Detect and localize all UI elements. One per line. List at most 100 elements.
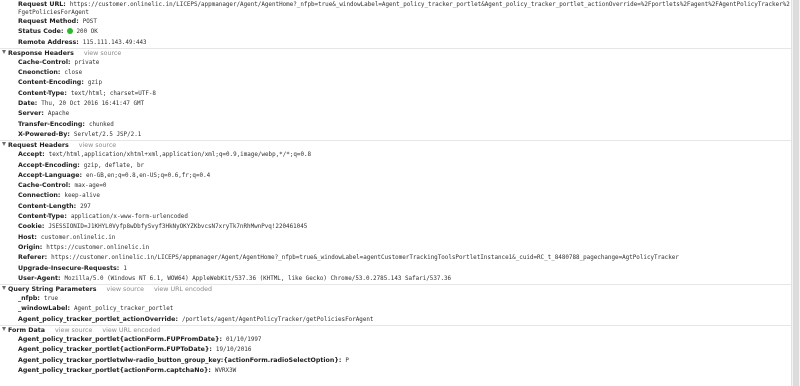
header-value[interactable]: WVRX3W <box>215 368 236 374</box>
header-name: Content-Type: <box>18 89 67 97</box>
request-headers-list: Accept: text/html,application/xhtml+xml,a… <box>0 150 792 284</box>
form-data-list: Agent_policy_tracker_portlet{actionForm.… <box>0 335 792 376</box>
header-value[interactable]: max-age=0 <box>75 183 107 189</box>
request-method-key: Request Method: <box>18 18 79 25</box>
status-code-key: Status Code: <box>18 28 64 36</box>
header-value[interactable]: chunked <box>89 122 114 128</box>
header-name: Date: <box>18 100 38 108</box>
header-value[interactable]: 19/10/2016 <box>216 347 251 353</box>
header-value[interactable]: Servlet/2.5 JSP/2.1 <box>74 132 141 138</box>
header-row: Date: Thu, 20 Oct 2016 16:41:47 GMT <box>0 99 792 109</box>
header-name: Accept-Encoding: <box>18 161 80 169</box>
header-name: Cneonction: <box>18 69 61 77</box>
header-row: Agent_policy_tracker_portlet_actionOverr… <box>0 315 792 325</box>
header-row: Content-Length: 297 <box>0 202 792 212</box>
header-value[interactable]: keep-alive <box>64 193 99 199</box>
header-value[interactable]: JSESSIONID=J1KHYL0Vyfp8wDbfySvyf3HkNyOKY… <box>48 224 307 230</box>
header-value[interactable]: Thu, 20 Oct 2016 16:41:47 GMT <box>41 101 144 107</box>
header-value[interactable]: P <box>345 358 349 364</box>
header-value[interactable]: customer.onlinelic.in <box>41 235 115 241</box>
header-row: Agent_policy_tracker_portletwlw-radio_bu… <box>0 356 792 366</box>
response-headers-title: Response Headers <box>8 49 74 57</box>
header-name: Agent_policy_tracker_portlet{actionForm.… <box>18 336 223 344</box>
header-row: Transfer-Encoding: chunked <box>0 120 792 130</box>
header-value[interactable]: 297 <box>80 204 91 210</box>
header-name: Transfer-Encoding: <box>18 120 85 128</box>
header-name: Connection: <box>18 192 61 200</box>
header-name: Referer: <box>18 254 48 262</box>
header-value[interactable]: 01/10/1997 <box>226 337 261 343</box>
header-name: Upgrade-Insecure-Requests: <box>18 264 120 272</box>
scrollbar-thumb[interactable] <box>793 0 799 386</box>
header-name: Origin: <box>18 243 43 251</box>
header-value[interactable]: application/x-www-form-urlencoded <box>71 214 188 220</box>
header-value[interactable]: private <box>75 60 100 66</box>
header-name: Cookie: <box>18 223 45 231</box>
header-value[interactable]: text/html,application/xhtml+xml,applicat… <box>49 152 311 158</box>
header-name: Agent_policy_tracker_portlet_actionOverr… <box>18 315 178 323</box>
header-row: Content-Type: text/html; charset=UTF-8 <box>0 89 792 99</box>
header-value[interactable]: https://customer.onlinelic.in/LICEPS/app… <box>51 255 679 261</box>
form-data-view-source-link[interactable]: view source <box>55 327 92 334</box>
header-name: Server: <box>18 110 44 118</box>
status-code-row: Status Code: 200 OK <box>0 27 792 37</box>
header-row: _nfpb: true <box>0 294 792 304</box>
header-row: Agent_policy_tracker_portlet{actionForm.… <box>0 335 792 345</box>
request-headers-view-source-link[interactable]: view source <box>79 142 116 149</box>
header-value[interactable]: true <box>44 296 58 302</box>
header-row: Referer: https://customer.onlinelic.in/LI… <box>0 253 792 263</box>
request-headers-section: Request Headers view source Accept: text/h… <box>0 141 792 286</box>
header-row: Origin: https://customer.onlinelic.in <box>0 243 792 253</box>
header-value[interactable]: text/html; charset=UTF-8 <box>71 91 156 97</box>
query-string-list: _nfpb: true _windowLabel: Agent_policy_trac… <box>0 294 792 325</box>
header-name: Cache-Control: <box>18 182 71 190</box>
header-name: _windowLabel: <box>18 305 70 313</box>
remote-address-value[interactable]: 115.111.143.49:443 <box>83 40 147 46</box>
response-headers-toggle[interactable]: Response Headers view source <box>0 49 792 58</box>
header-name: _nfpb: <box>18 295 40 303</box>
header-value[interactable]: Apache <box>48 111 69 117</box>
header-value[interactable]: https://customer.onlinelic.in <box>46 245 149 251</box>
request-method-value[interactable]: POST <box>83 19 97 25</box>
header-name: Content-Length: <box>18 202 77 210</box>
response-headers-list: Cache-Control: private Cneonction: close Con… <box>0 58 792 140</box>
header-row: Accept-Language: en-GB,en;q=0.8,en-US;q=0… <box>0 171 792 181</box>
header-row: Accept: text/html,application/xhtml+xml,a… <box>0 150 792 160</box>
header-name: X-Powered-By: <box>18 130 70 138</box>
header-name: User-Agent: <box>18 274 61 282</box>
header-value[interactable]: close <box>64 70 82 76</box>
status-code-value[interactable]: 200 OK <box>76 29 97 35</box>
header-row: Cookie: JSESSIONID=J1KHYL0Vyfp8wDbfySvyf3… <box>0 222 792 232</box>
header-row: Server: Apache <box>0 109 792 119</box>
header-name: Host: <box>18 233 37 241</box>
header-value[interactable]: 1 <box>123 266 127 272</box>
header-value[interactable]: en-GB,en;q=0.8,en-US;q=0.6,fr;q=0.4 <box>86 173 210 179</box>
status-ok-icon <box>67 28 74 35</box>
request-url-key: Request URL: <box>18 1 66 8</box>
response-headers-view-source-link[interactable]: view source <box>84 50 121 57</box>
query-string-view-source-link[interactable]: view source <box>107 286 144 293</box>
expand-triangle-icon <box>2 327 6 332</box>
header-row: Cache-Control: private <box>0 58 792 68</box>
header-row: Cneonction: close <box>0 68 792 78</box>
header-row: Connection: keep-alive <box>0 191 792 201</box>
expand-triangle-icon <box>2 49 6 54</box>
query-string-toggle[interactable]: Query String Parameters view source view U… <box>0 285 792 294</box>
request-headers-toggle[interactable]: Request Headers view source <box>0 141 792 150</box>
form-data-view-url-encoded-link[interactable]: view URL encoded <box>102 327 160 334</box>
header-row: _windowLabel: Agent_policy_tracker_portle… <box>0 304 792 314</box>
header-value[interactable]: gzip, deflate, br <box>84 163 144 169</box>
header-name: Agent_policy_tracker_portlet{actionForm.… <box>18 346 212 354</box>
request-url-value[interactable]: https://customer.onlinelic.in/LICEPS/app… <box>18 2 790 16</box>
header-value[interactable]: Mozilla/5.0 (Windows NT 6.1, WOW64) Appl… <box>65 276 452 282</box>
header-name: Content-Encoding: <box>18 79 84 87</box>
header-name: Agent_policy_tracker_portlet{actionForm.… <box>18 366 211 374</box>
header-value[interactable]: /portlets/agent/AgentPolicyTracker/getPo… <box>182 317 374 323</box>
header-value[interactable]: Agent_policy_tracker_portlet <box>74 306 173 312</box>
header-name: Accept: <box>18 151 45 159</box>
form-data-title: Form Data <box>8 327 45 335</box>
query-string-view-url-encoded-link[interactable]: view URL encoded <box>154 286 212 293</box>
form-data-toggle[interactable]: Form Data view source view URL encoded <box>0 326 792 335</box>
vertical-scrollbar[interactable] <box>791 0 800 386</box>
header-value[interactable]: gzip <box>88 80 102 86</box>
